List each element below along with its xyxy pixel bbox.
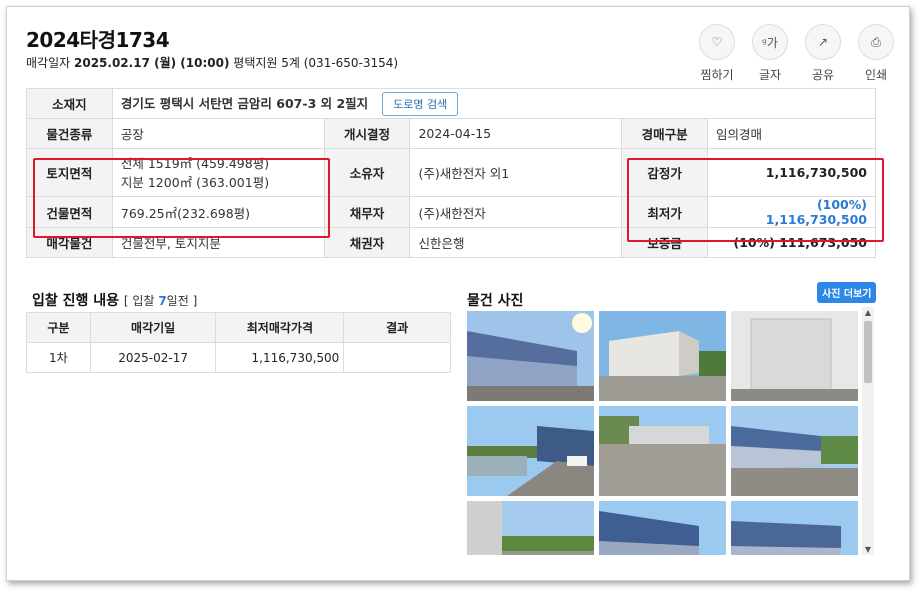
photo-gallery[interactable] (461, 307, 875, 555)
address-row: 소재지 경기도 평택시 서탄면 금암리 607-3 외 2필지 도로명 검색 (26, 88, 877, 119)
sale-items-row: 매각물건 건물전부, 토지지분 채권자 신한은행 보증금 (10%) 111,6… (26, 227, 876, 258)
court-info: 평택지원 5계 (031-650-3154) (233, 56, 399, 70)
photo-thumbnail[interactable] (731, 501, 858, 555)
auction-type-value: 임의경매 (707, 118, 876, 149)
auction-type-label: 경매구분 (621, 118, 709, 149)
sale-items-value: 건물전부, 토지지분 (111, 227, 325, 258)
bid-header-row: 구분 매각기일 최저매각가격 결과 (26, 312, 451, 343)
bid-result (343, 342, 451, 373)
heart-icon: ♡ (699, 24, 735, 60)
print-icon: ⎙ (858, 24, 894, 60)
deposit-value: (10%) 111,673,050 (707, 227, 876, 258)
font-size-label: 글자 (758, 68, 782, 82)
owner-value: (주)새한전자 외1 (409, 148, 623, 197)
debtor-label: 채무자 (323, 196, 411, 228)
bid-days-note: [ 입찰 7일전 ] (123, 294, 198, 308)
font-size-button[interactable]: ᵍ가 글자 (752, 24, 788, 83)
land-row: 토지면적 전체 1519㎡ (459.498평) 지분 1200㎡ (363.0… (26, 148, 876, 197)
table-row: 1차 2025-02-17 1,116,730,500 (26, 342, 451, 373)
min-price-value: (100%) 1,116,730,500 (707, 196, 876, 228)
sale-date: 2025.02.17 (월) (10:00) (74, 56, 230, 70)
scroll-thumb[interactable] (864, 321, 872, 383)
font-size-icon: ᵍ가 (752, 24, 788, 60)
share-label: 공유 (811, 68, 835, 82)
case-title: 2024타경1734 (26, 28, 170, 52)
sale-date-label: 매각일자 (26, 56, 71, 70)
bid-title: 입찰 진행 내용 (32, 293, 120, 309)
photo-thumbnail[interactable] (467, 501, 594, 555)
sale-items-label: 매각물건 (26, 227, 113, 258)
gallery-scrollbar[interactable]: ▲ ▼ (862, 307, 874, 555)
owner-label: 소유자 (323, 148, 411, 197)
type-value: 공장 (111, 118, 325, 149)
creditor-value: 신한은행 (409, 227, 623, 258)
photo-thumbnail[interactable] (731, 406, 858, 496)
bid-col-round: 구분 (26, 312, 91, 343)
building-label: 건물면적 (26, 196, 113, 228)
bid-price: 1,116,730,500 (215, 342, 345, 373)
print-label: 인쇄 (864, 68, 888, 82)
bid-date: 2025-02-17 (89, 342, 217, 373)
road-search-button[interactable]: 도로명 검색 (382, 91, 459, 116)
sale-date-line: 매각일자 2025.02.17 (월) (10:00) 평택지원 5계 (031… (26, 54, 398, 71)
bid-col-price: 최저매각가격 (215, 312, 345, 343)
land-total: 전체 1519㎡ (459.498평) (120, 155, 270, 171)
type-label: 물건종류 (26, 118, 113, 149)
deposit-label: 보증금 (621, 227, 709, 258)
case-info-table: 소재지 경기도 평택시 서탄면 금암리 607-3 외 2필지 도로명 검색 물… (26, 88, 877, 258)
building-value: 769.25㎡(232.698평) (111, 196, 325, 228)
photo-thumbnail[interactable] (467, 406, 594, 496)
photo-thumbnail[interactable] (467, 311, 594, 401)
bid-table: 구분 매각기일 최저매각가격 결과 1차 2025-02-17 1,116,73… (26, 312, 451, 373)
min-price-label: 최저가 (621, 196, 709, 228)
land-share: 지분 1200㎡ (363.001평) (120, 174, 270, 190)
action-bar: ♡ 찜하기 ᵍ가 글자 ↗ 공유 ⎙ 인쇄 (699, 24, 894, 83)
more-photos-button[interactable]: 사진 더보기 (817, 282, 877, 303)
share-button[interactable]: ↗ 공유 (805, 24, 841, 83)
appraisal-label: 감정가 (621, 148, 709, 197)
share-icon: ↗ (805, 24, 841, 60)
photo-thumbnail[interactable] (731, 311, 858, 401)
bid-round: 1차 (26, 342, 91, 373)
print-button[interactable]: ⎙ 인쇄 (858, 24, 894, 83)
photo-thumbnail[interactable] (599, 406, 726, 496)
start-value: 2024-04-15 (409, 118, 623, 149)
bid-col-result: 결과 (343, 312, 451, 343)
land-label: 토지면적 (26, 148, 113, 197)
land-value: 전체 1519㎡ (459.498평) 지분 1200㎡ (363.001평) (111, 148, 325, 197)
favorite-button[interactable]: ♡ 찜하기 (699, 24, 735, 83)
favorite-label: 찜하기 (700, 68, 734, 82)
scroll-down-icon[interactable]: ▼ (862, 545, 874, 554)
scroll-up-icon[interactable]: ▲ (862, 308, 874, 317)
type-row: 물건종류 공장 개시결정 2024-04-15 경매구분 임의경매 (26, 118, 876, 149)
photo-thumbnail[interactable] (599, 501, 726, 555)
building-row: 건물면적 769.25㎡(232.698평) 채무자 (주)새한전자 최저가 (… (26, 196, 876, 228)
address-label: 소재지 (26, 88, 113, 119)
creditor-label: 채권자 (323, 227, 411, 258)
appraisal-value: 1,116,730,500 (707, 148, 876, 197)
address-value: 경기도 평택시 서탄면 금암리 607-3 외 2필지 (120, 95, 369, 111)
debtor-value: (주)새한전자 (409, 196, 623, 228)
bid-col-date: 매각기일 (89, 312, 217, 343)
photo-thumbnail[interactable] (599, 311, 726, 401)
bid-section-title: 입찰 진행 내용 [ 입찰 7일전 ] (32, 290, 197, 310)
address-cell: 경기도 평택시 서탄면 금암리 607-3 외 2필지 도로명 검색 (111, 88, 877, 119)
start-label: 개시결정 (323, 118, 411, 149)
